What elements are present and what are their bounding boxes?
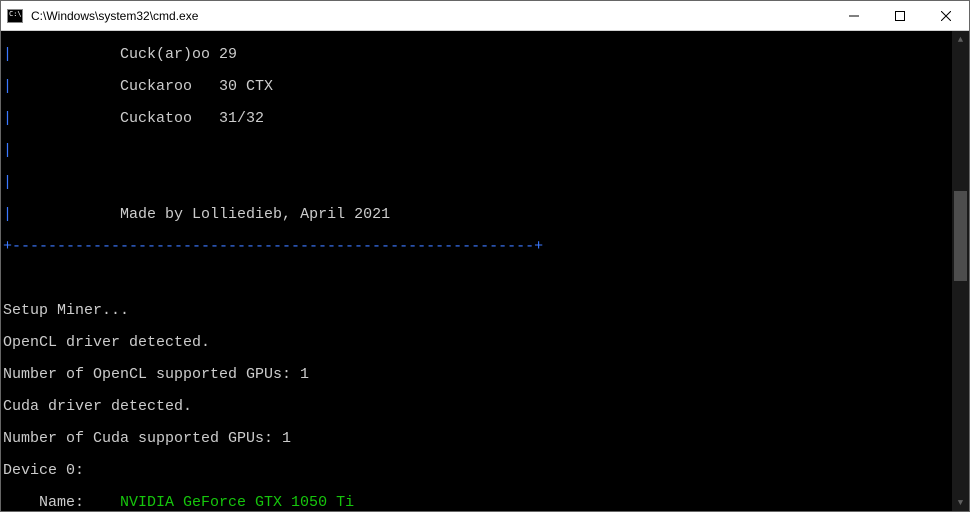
setup-line: Device 0: xyxy=(3,463,951,479)
setup-line: Number of OpenCL supported GPUs: 1 xyxy=(3,367,951,383)
cmd-window: C:\Windows\system32\cmd.exe | Cuck(ar)oo… xyxy=(0,0,970,512)
gpu-name: NVIDIA GeForce GTX 1050 Ti xyxy=(120,494,354,511)
minimize-icon xyxy=(849,11,859,21)
setup-line: OpenCL driver detected. xyxy=(3,335,951,351)
banner-line: | Made by Lolliedieb, April 2021 xyxy=(3,207,951,223)
banner-line: | xyxy=(3,143,951,159)
banner-line: | Cuckatoo 31/32 xyxy=(3,111,951,127)
minimize-button[interactable] xyxy=(831,1,877,30)
setup-line: Setup Miner... xyxy=(3,303,951,319)
window-buttons xyxy=(831,1,969,30)
scroll-down-icon[interactable]: ▼ xyxy=(952,494,969,511)
blank-line xyxy=(3,271,951,287)
setup-line: Cuda driver detected. xyxy=(3,399,951,415)
close-icon xyxy=(941,11,951,21)
scroll-up-icon[interactable]: ▲ xyxy=(952,31,969,48)
app-icon xyxy=(1,9,29,23)
maximize-button[interactable] xyxy=(877,1,923,30)
banner-line: | Cuck(ar)oo 29 xyxy=(3,47,951,63)
cmd-icon xyxy=(7,9,23,23)
banner-line: | Cuckaroo 30 CTX xyxy=(3,79,951,95)
console-output: | Cuck(ar)oo 29 | Cuckaroo 30 CTX | Cuck… xyxy=(3,31,951,511)
console-area[interactable]: | Cuck(ar)oo 29 | Cuckaroo 30 CTX | Cuck… xyxy=(1,31,969,511)
titlebar[interactable]: C:\Windows\system32\cmd.exe xyxy=(1,1,969,31)
maximize-icon xyxy=(895,11,905,21)
banner-line: | xyxy=(3,175,951,191)
scrollbar-thumb[interactable] xyxy=(954,191,967,281)
device-name-line: Name: NVIDIA GeForce GTX 1050 Ti xyxy=(3,495,951,511)
vertical-scrollbar[interactable]: ▲ ▼ xyxy=(952,31,969,511)
window-title: C:\Windows\system32\cmd.exe xyxy=(29,9,831,23)
banner-separator: +---------------------------------------… xyxy=(3,239,951,255)
setup-line: Number of Cuda supported GPUs: 1 xyxy=(3,431,951,447)
close-button[interactable] xyxy=(923,1,969,30)
